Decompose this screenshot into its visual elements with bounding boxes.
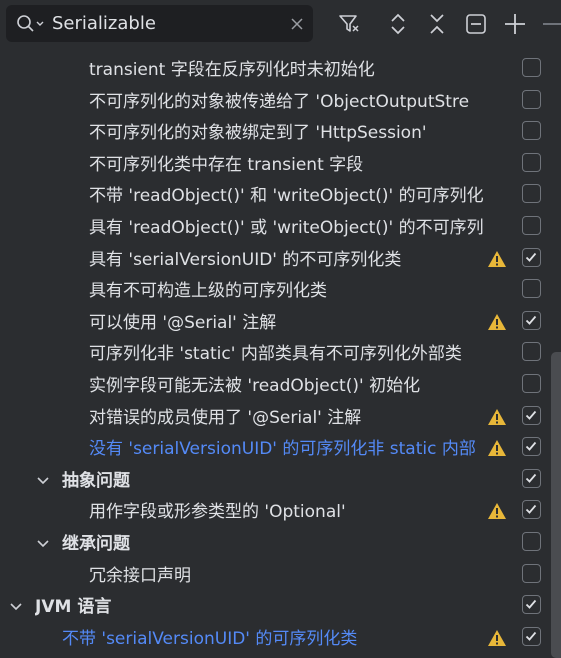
warning-icon	[488, 250, 506, 267]
search-icon[interactable]	[16, 14, 46, 34]
checkbox-unchecked[interactable]	[522, 563, 541, 583]
toolbar	[0, 0, 561, 50]
checkbox-unchecked[interactable]	[522, 58, 541, 77]
checkbox-unchecked[interactable]	[522, 374, 541, 393]
row-label: 可序列化非 'static' 内部类具有不可序列化外部类	[89, 344, 462, 365]
checkbox-unchecked[interactable]	[522, 216, 541, 235]
row-label: 不可序列化的对象被传递给了 'ObjectOutputStre	[89, 91, 470, 112]
check-icon	[525, 252, 537, 262]
plus-icon[interactable]	[503, 12, 527, 36]
row-label: 不可序列化的对象被绑定到了 'HttpSession'	[89, 123, 427, 144]
tree-row[interactable]: 可以使用 '@Serial' 注解	[0, 308, 548, 339]
row-label: 对错误的成员使用了 '@Serial' 注解	[89, 407, 362, 428]
warning-icon	[488, 629, 506, 646]
tree-group-row[interactable]: 抽象问题	[0, 466, 548, 497]
row-label: 实例字段可能无法被 'readObject()' 初始化	[89, 376, 421, 396]
check-icon	[525, 631, 537, 641]
chevron-down-icon[interactable]	[36, 476, 50, 486]
row-label: 抽象问题	[62, 470, 130, 491]
tree-row[interactable]: 对错误的成员使用了 '@Serial' 注解	[0, 403, 548, 434]
row-label: 用作字段或形参类型的 'Optional'	[89, 502, 346, 523]
checkbox-checked[interactable]	[522, 626, 541, 646]
tree-row[interactable]: 用作字段或形参类型的 'Optional'	[0, 497, 548, 528]
check-icon	[525, 473, 537, 483]
collapse-all-icon[interactable]	[425, 12, 449, 36]
tree-row[interactable]: 实例字段可能无法被 'readObject()' 初始化	[0, 371, 548, 402]
checkbox-checked[interactable]	[522, 500, 541, 520]
tree-row[interactable]: 不可序列化的对象被绑定到了 'HttpSession'	[0, 118, 548, 149]
tree-group-row[interactable]: 继承问题	[0, 529, 548, 560]
row-label: 不可序列化类中存在 transient 字段	[89, 154, 364, 175]
warning-icon	[488, 408, 506, 425]
row-label: transient 字段在反序列化时未初始化	[89, 60, 375, 80]
scrollbar-thumb[interactable]	[551, 352, 561, 658]
tree-row[interactable]: 不带 'readObject()' 和 'writeObject()' 的可序列…	[0, 181, 548, 212]
search-box[interactable]	[6, 5, 313, 42]
expand-all-icon[interactable]	[386, 12, 410, 36]
check-icon	[525, 410, 537, 420]
checkbox-unchecked[interactable]	[522, 532, 541, 551]
tree-row[interactable]: 具有不可构造上级的可序列化类	[0, 276, 548, 307]
minus-square-icon[interactable]	[464, 12, 488, 36]
checkbox-unchecked[interactable]	[522, 89, 541, 109]
filter-icon[interactable]	[337, 12, 361, 36]
check-icon	[525, 315, 537, 325]
close-icon[interactable]	[289, 16, 305, 32]
tree-row[interactable]: transient 字段在反序列化时未初始化	[0, 55, 548, 86]
tree-group-row[interactable]: JVM 语言	[0, 592, 548, 623]
checkbox-checked[interactable]	[522, 437, 541, 457]
overflow-separator	[543, 23, 561, 25]
row-label: JVM 语言	[35, 597, 112, 618]
row-label: 继承问题	[62, 534, 130, 554]
checkbox-unchecked[interactable]	[522, 184, 541, 204]
checkbox-unchecked[interactable]	[522, 279, 541, 299]
checkbox-checked[interactable]	[522, 247, 541, 267]
tree-row[interactable]: 不带 'serialVersionUID' 的可序列化类	[0, 624, 548, 655]
checkbox-checked[interactable]	[522, 468, 541, 488]
tree-row[interactable]: 冗余接口声明	[0, 561, 548, 592]
tree-row[interactable]: 不可序列化的对象被传递给了 'ObjectOutputStre	[0, 87, 548, 118]
checkbox-checked[interactable]	[522, 405, 541, 425]
checkbox-checked[interactable]	[522, 310, 541, 330]
tree-row[interactable]: 具有 'serialVersionUID' 的不可序列化类	[0, 245, 548, 276]
checkbox-checked[interactable]	[522, 595, 541, 615]
tree-row[interactable]: 可序列化非 'static' 内部类具有不可序列化外部类	[0, 339, 548, 370]
warning-icon	[488, 313, 506, 330]
row-label: 冗余接口声明	[89, 565, 191, 586]
check-icon	[525, 505, 537, 515]
chevron-down-icon[interactable]	[9, 602, 23, 612]
check-icon	[525, 442, 537, 452]
tree-row[interactable]: 不可序列化类中存在 transient 字段	[0, 150, 548, 181]
row-label: 可以使用 '@Serial' 注解	[89, 312, 277, 333]
row-label: 具有 'readObject()' 或 'writeObject()' 的不可序…	[89, 218, 484, 238]
warning-icon	[488, 503, 506, 520]
checkbox-unchecked[interactable]	[522, 121, 541, 141]
tree-row[interactable]: 没有 'serialVersionUID' 的可序列化非 static 内部	[0, 434, 548, 465]
chevron-down-icon[interactable]	[36, 539, 50, 549]
row-label: 没有 'serialVersionUID' 的可序列化非 static 内部	[89, 439, 476, 460]
row-label: 具有不可构造上级的可序列化类	[89, 281, 327, 302]
row-label: 不带 'serialVersionUID' 的可序列化类	[62, 628, 358, 649]
row-label: 不带 'readObject()' 和 'writeObject()' 的可序列…	[89, 186, 484, 207]
check-icon	[525, 600, 537, 610]
warning-icon	[488, 440, 506, 457]
checkbox-unchecked[interactable]	[522, 342, 541, 362]
row-label: 具有 'serialVersionUID' 的不可序列化类	[89, 249, 402, 270]
tree-row[interactable]: 具有 'readObject()' 或 'writeObject()' 的不可序…	[0, 213, 548, 244]
checkbox-unchecked[interactable]	[522, 152, 541, 172]
search-input[interactable]	[52, 11, 272, 35]
